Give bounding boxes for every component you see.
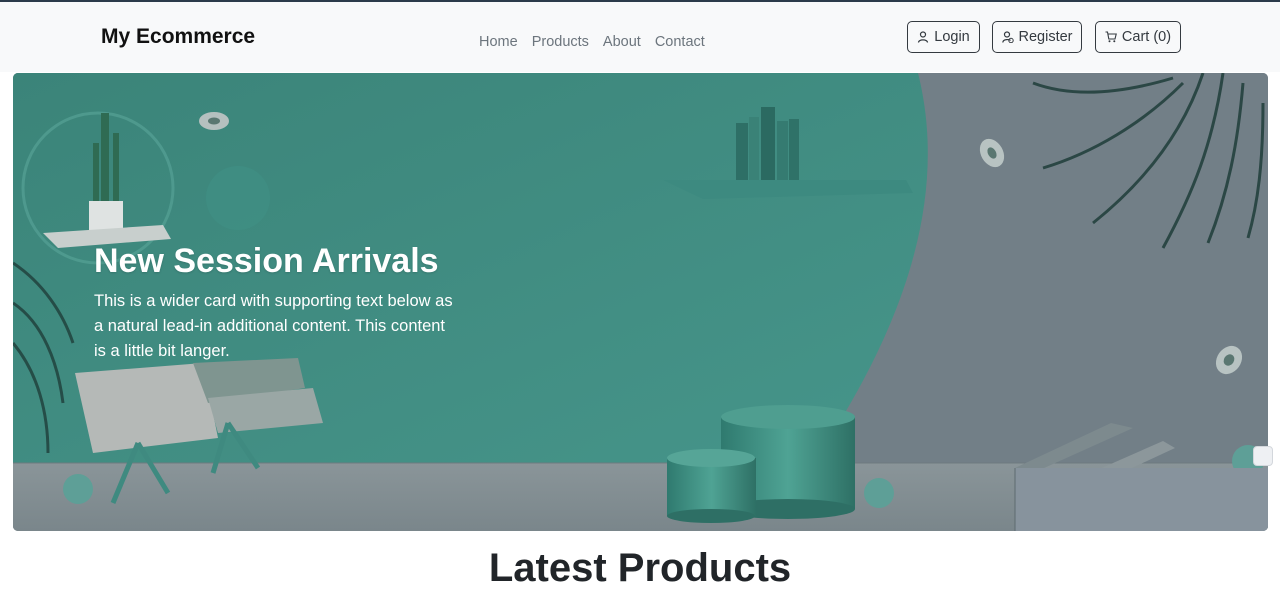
hero-caption: New Session Arrivals This is a wider car… <box>94 241 454 364</box>
cart-label: Cart (0) <box>1121 29 1172 45</box>
brand-logo[interactable]: My Ecommerce <box>101 25 255 49</box>
register-button[interactable]: Register <box>992 21 1082 53</box>
nav-about[interactable]: About <box>603 34 641 50</box>
login-button[interactable]: Login <box>907 21 980 53</box>
cart-button[interactable]: Cart (0) <box>1095 21 1181 53</box>
nav-contact[interactable]: Contact <box>655 34 705 50</box>
nav-home[interactable]: Home <box>479 34 518 50</box>
cart-icon <box>1105 31 1117 43</box>
floating-widget[interactable] <box>1253 446 1273 466</box>
hero-title: New Session Arrivals <box>94 242 439 280</box>
nav-products[interactable]: Products <box>532 34 589 50</box>
hero-description: This is a wider card with supporting tex… <box>94 292 453 360</box>
person-add-icon <box>1001 31 1014 43</box>
nav-links: Home Products About Contact <box>479 34 705 50</box>
hero-banner: New Session Arrivals This is a wider car… <box>13 73 1268 531</box>
navbar: My Ecommerce Home Products About Contact… <box>0 2 1280 72</box>
section-title: Latest Products <box>488 546 792 590</box>
person-icon <box>918 31 929 43</box>
register-label: Register <box>1018 29 1073 45</box>
login-label: Login <box>934 29 970 45</box>
